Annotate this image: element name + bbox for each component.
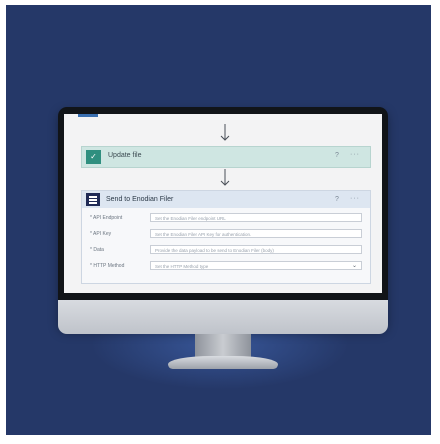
help-circle-icon[interactable]: ? [335,152,339,159]
api-endpoint-input[interactable]: Set the Enodian Filer endpoint URL [150,213,362,222]
data-label: * Data [90,247,104,253]
data-input[interactable]: Provide the data payload to be send to E… [150,245,362,254]
screen: ✓ Update file ? ··· Send to Enodian File… [64,114,382,293]
down-arrow-icon [220,169,230,186]
http-method-label: * HTTP Method [90,263,125,269]
api-key-input[interactable]: Set the Enodian Filer API Key for authen… [150,229,362,238]
update-file-card[interactable]: ✓ Update file ? ··· [81,146,371,168]
send-to-enodian-card[interactable]: Send to Enodian Filer ? ··· * API Endpoi… [81,190,371,284]
http-method-placeholder: Set the HTTP Method type [155,264,209,269]
card-header: Send to Enodian Filer ? ··· [82,191,370,208]
onedrive-icon: ✓ [86,150,101,164]
more-options-icon[interactable]: ··· [350,195,360,202]
monitor-chin [58,300,388,334]
more-options-icon[interactable]: ··· [350,151,360,158]
monitor-stand-base [168,356,278,369]
chevron-down-icon[interactable]: ⌄ [352,262,357,271]
api-endpoint-label: * API Endpoint [90,215,123,221]
http-method-select[interactable]: Set the HTTP Method type ⌄ [150,261,362,270]
down-arrow-icon [220,124,230,141]
update-file-title: Update file [108,152,142,159]
send-to-enodian-title: Send to Enodian Filer [106,196,174,203]
enodian-logo-icon [86,193,100,206]
help-circle-icon[interactable]: ? [335,196,339,203]
previous-step-edge [78,114,98,117]
api-key-label: * API Key [90,231,112,237]
